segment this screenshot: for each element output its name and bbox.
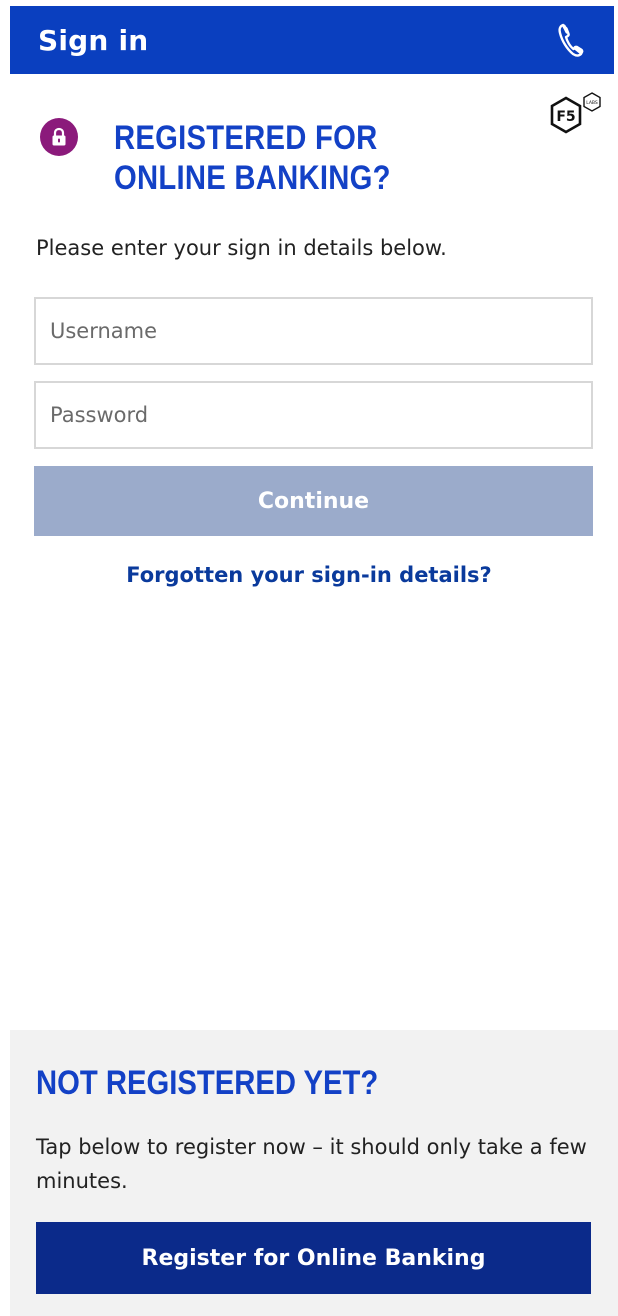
forgotten-details-link[interactable]: Forgotten your sign-in details? xyxy=(0,563,618,587)
not-registered-heading: NOT REGISTERED YET? xyxy=(36,1064,379,1102)
password-input[interactable] xyxy=(34,381,593,449)
f5-labs-logo: F5 LABS xyxy=(546,92,606,146)
registered-heading: REGISTERED FOR ONLINE BANKING? xyxy=(114,118,475,198)
lock-icon xyxy=(40,118,78,156)
not-registered-panel: NOT REGISTERED YET? Tap below to registe… xyxy=(10,1030,618,1316)
sign-in-page: Sign in F5 LABS REGISTERED FOR ONLINE BA… xyxy=(0,0,618,1316)
f5-badge-text: F5 xyxy=(556,109,575,125)
f5-badge-subtext: LABS xyxy=(586,100,598,106)
phone-icon[interactable] xyxy=(556,22,586,58)
header-bar: Sign in xyxy=(10,6,614,74)
register-button[interactable]: Register for Online Banking xyxy=(36,1222,591,1294)
page-title: Sign in xyxy=(38,23,149,57)
registered-heading-line2: ONLINE BANKING? xyxy=(114,159,391,197)
registered-heading-line1: REGISTERED FOR xyxy=(114,119,378,157)
continue-button[interactable]: Continue xyxy=(34,466,593,536)
sign-in-instructions: Please enter your sign in details below. xyxy=(36,236,447,260)
register-instructions: Tap below to register now – it should on… xyxy=(36,1135,587,1193)
username-input[interactable] xyxy=(34,297,593,365)
